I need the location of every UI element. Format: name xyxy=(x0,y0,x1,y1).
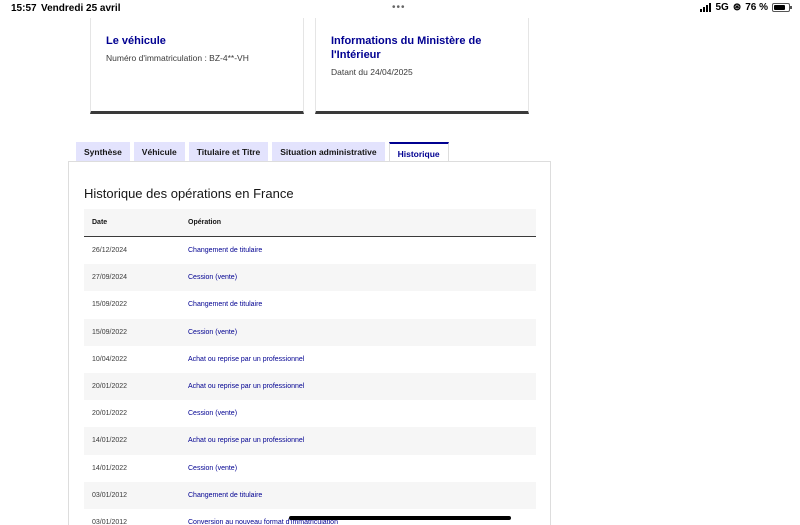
ministry-card-title: Informations du Ministère de l'Intérieur xyxy=(331,35,482,61)
column-header-operation: Opération xyxy=(188,219,222,226)
tab-titulaire[interactable]: Titulaire et Titre xyxy=(188,142,269,162)
signal-icon xyxy=(700,3,712,12)
row-date: 26/12/2024 xyxy=(92,247,128,255)
table-row: 10/04/2022 Achat ou reprise par un profes… xyxy=(84,346,536,373)
row-operation-link[interactable]: Cession (vente) xyxy=(188,274,536,281)
battery-label: 76 % xyxy=(745,2,768,13)
status-bar: 15:57 Vendredi 25 avril ••• 5G ⊛ 76 % xyxy=(0,0,800,18)
row-operation-link[interactable]: Achat ou reprise par un professionnel xyxy=(188,356,536,363)
ministry-card: Informations du Ministère de l'Intérieur… xyxy=(315,18,529,114)
column-header-date: Date xyxy=(92,219,108,226)
tab-vehicule[interactable]: Véhicule xyxy=(133,142,185,162)
table-row: 03/01/2012 Changement de titulaire xyxy=(84,481,536,509)
status-time: 15:57 xyxy=(11,3,37,14)
row-operation-link[interactable]: Changement de titulaire xyxy=(188,492,536,499)
table-row: 14/01/2022 Cession (vente) xyxy=(84,455,536,482)
vehicle-card: Le véhicule Numéro d'immatriculation : B… xyxy=(90,18,304,114)
tab-situation-administrative[interactable]: Situation administrative xyxy=(272,142,385,162)
row-date: 20/01/2022 xyxy=(92,410,128,418)
row-date: 20/01/2022 xyxy=(92,383,128,391)
table-row: 15/09/2022 Cession (vente) xyxy=(84,318,536,346)
row-date: 15/09/2022 xyxy=(92,301,128,309)
table-row: 27/09/2024 Cession (vente) xyxy=(84,264,536,292)
history-title: Historique des opérations en France xyxy=(84,186,294,201)
vehicle-card-title: Le véhicule xyxy=(106,35,166,47)
row-date: 27/09/2024 xyxy=(92,274,128,282)
network-label: 5G xyxy=(715,2,729,13)
orientation-lock-icon: ⊛ xyxy=(732,2,742,13)
table-row: 20/01/2022 Cession (vente) xyxy=(84,400,536,427)
row-date: 10/04/2022 xyxy=(92,355,128,363)
row-operation-link[interactable]: Changement de titulaire xyxy=(188,301,536,308)
row-date: 03/01/2012 xyxy=(92,518,128,525)
status-date: Vendredi 25 avril xyxy=(41,3,121,14)
table-row: 26/12/2024 Changement de titulaire xyxy=(84,237,536,264)
row-date: 14/01/2022 xyxy=(92,437,128,445)
tab-synthese[interactable]: Synthèse xyxy=(76,142,130,162)
tab-bar: Synthèse Véhicule Titulaire et Titre Sit… xyxy=(76,142,449,163)
multitask-dots-icon[interactable]: ••• xyxy=(392,2,406,13)
row-date: 03/01/2012 xyxy=(92,491,128,499)
table-row: 14/01/2022 Achat ou reprise par un profes… xyxy=(84,427,536,455)
status-right: 5G ⊛ 76 % xyxy=(700,2,792,13)
table-body: 26/12/2024 Changement de titulaire 27/09/2… xyxy=(84,237,536,525)
table-row: 15/09/2022 Changement de titulaire xyxy=(84,291,536,318)
row-operation-link[interactable]: Cession (vente) xyxy=(188,410,536,417)
row-date: 14/01/2022 xyxy=(92,464,128,472)
row-operation-link[interactable]: Cession (vente) xyxy=(188,465,536,472)
row-operation-link[interactable]: Changement de titulaire xyxy=(188,247,536,254)
ministry-card-date: Datant du 24/04/2025 xyxy=(331,67,413,77)
history-table: Date Opération 26/12/2024 Changement de t… xyxy=(84,209,536,525)
table-row: 20/01/2022 Achat ou reprise par un profes… xyxy=(84,372,536,401)
table-header: Date Opération xyxy=(84,209,536,237)
row-operation-link[interactable]: Cession (vente) xyxy=(188,329,536,336)
row-date: 15/09/2022 xyxy=(92,328,128,336)
row-operation-link[interactable]: Achat ou reprise par un professionnel xyxy=(188,383,536,390)
tab-historique[interactable]: Historique xyxy=(388,142,449,163)
row-operation-link[interactable]: Achat ou reprise par un professionnel xyxy=(188,437,536,444)
registration-number: Numéro d'immatriculation : BZ-4**-VH xyxy=(106,53,249,63)
battery-icon xyxy=(772,3,792,12)
history-panel: Historique des opérations en France Date… xyxy=(68,161,551,525)
home-indicator[interactable] xyxy=(289,516,511,520)
